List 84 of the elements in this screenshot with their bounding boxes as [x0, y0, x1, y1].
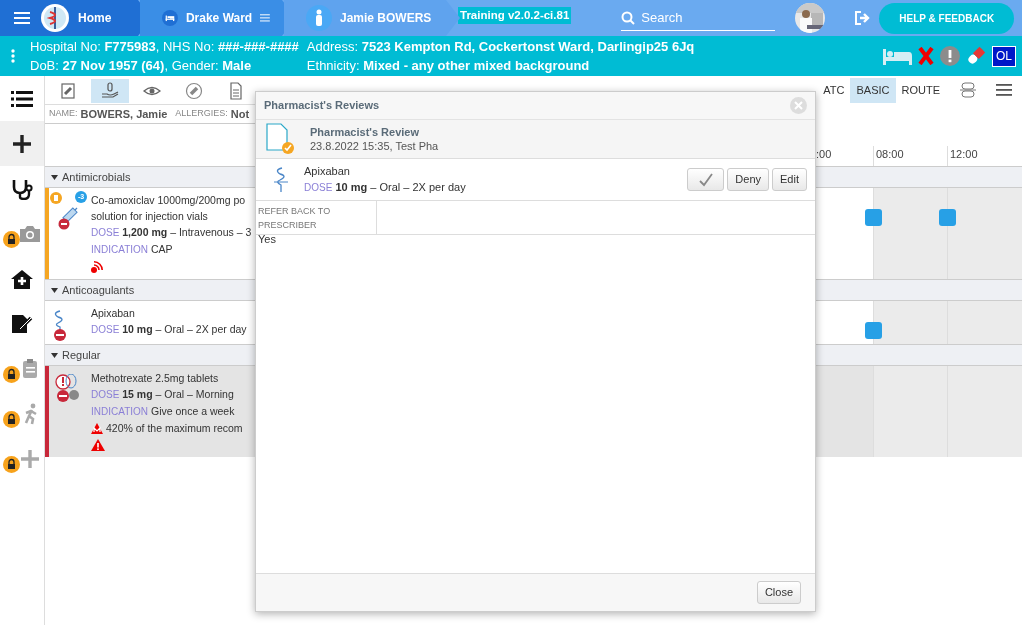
medication-name: solution for injection vials: [91, 209, 209, 224]
menu-icon[interactable]: [14, 11, 32, 25]
pill-icon[interactable]: [966, 46, 986, 66]
time-label: 12:00: [950, 148, 978, 160]
dose-marker[interactable]: [939, 209, 956, 226]
medication-name: Apixaban: [304, 164, 351, 179]
toolbar-tab[interactable]: [91, 79, 129, 103]
dose-label: DOSE: [91, 389, 120, 400]
field-value: Yes: [258, 232, 277, 246]
review-meta: 23.8.2022 15:35, Test Pha: [310, 139, 439, 153]
dose-marker[interactable]: [865, 322, 882, 339]
view-tab[interactable]: ATC: [817, 78, 851, 103]
camera-icon[interactable]: [19, 224, 41, 243]
allergies-value: Not: [230, 106, 250, 122]
status-badge[interactable]: OL: [992, 45, 1016, 67]
alert-icon[interactable]: [940, 46, 960, 66]
search-field[interactable]: Search: [639, 6, 760, 29]
more-icon[interactable]: [11, 49, 15, 63]
indication-label: INDICATION: [91, 244, 149, 255]
search-icon: [621, 10, 636, 25]
dose-text: 1,200 mg – Intravenous – 3: [122, 226, 252, 238]
close-button[interactable]: Close: [756, 581, 801, 604]
action-button[interactable]: Edit: [772, 168, 807, 191]
dialog-title: Pharmacist's Reviews: [264, 98, 380, 114]
approve-button[interactable]: [687, 168, 725, 191]
pills-icon: [53, 374, 80, 404]
medication-name: Apixaban: [91, 306, 136, 321]
time-label: :00: [816, 148, 832, 160]
bulb-icon: [50, 192, 62, 204]
caret-icon[interactable]: [51, 352, 58, 358]
link-icon[interactable]: [960, 82, 976, 99]
field-label: NAME:: [49, 107, 78, 121]
indication-text: Give once a week: [150, 405, 235, 417]
group-title: Anticoagulants: [62, 282, 135, 298]
medication-name: Methotrexate 2.5mg tablets: [91, 371, 220, 386]
menu-icon[interactable]: [996, 84, 1012, 97]
bed-icon[interactable]: [883, 47, 912, 65]
medicine-icon: [53, 309, 67, 341]
edit-icon[interactable]: [11, 313, 33, 334]
logo-icon: [40, 3, 70, 33]
dose-text: 10 mg – Oral – 2X per day: [122, 323, 247, 335]
house-icon[interactable]: [11, 268, 33, 289]
dose-marker[interactable]: [865, 209, 882, 226]
person-icon: [306, 5, 332, 31]
action-button[interactable]: Deny: [727, 168, 770, 191]
patient-info: DoB: 27 Nov 1957 (64), Gender: Male: [30, 57, 253, 75]
dose-label: DOSE: [91, 227, 120, 238]
patient-info: Ethnicity: Mixed - any other mixed background: [306, 57, 591, 75]
view-tab[interactable]: ROUTE: [895, 78, 946, 103]
patient-name: BOWERS, Jamie: [80, 106, 168, 122]
dose-text: 15 mg – Oral – Morning: [122, 388, 234, 400]
document-check-icon: [266, 123, 294, 155]
stethoscope-icon[interactable]: [11, 177, 33, 200]
medication-name: Co-amoxiclav 1000mg/200mg po: [91, 193, 247, 208]
review-title: Pharmacist's Review: [310, 125, 420, 139]
hand-pill-icon: [101, 82, 119, 100]
caret-icon[interactable]: [51, 287, 58, 293]
signal-icon: [91, 261, 105, 273]
dose-label: DOSE: [91, 324, 120, 335]
group-title: Regular: [62, 347, 101, 363]
view-tab[interactable]: BASIC: [850, 78, 896, 103]
patient-info: Hospital No: F775983, NHS No: ###-###-####: [30, 38, 299, 56]
environment-badge: Training v2.0.2-ci.81: [458, 7, 572, 25]
warning-text: 420% of the maximum recom: [106, 421, 243, 436]
caret-icon[interactable]: [51, 174, 58, 180]
group-title: Antimicrobials: [62, 169, 131, 185]
cross-icon[interactable]: [918, 47, 934, 65]
indication-text: CAP: [150, 243, 173, 255]
document-icon: [227, 82, 245, 100]
plus-icon[interactable]: [12, 133, 32, 154]
list-icon[interactable]: [11, 89, 33, 108]
field-label: REFER BACK TO PRESCRIBER: [258, 205, 332, 232]
warning-icon: [91, 422, 103, 434]
time-label: 08:00: [876, 148, 904, 160]
medicine-icon: [272, 166, 290, 193]
indication-label: INDICATION: [91, 406, 149, 417]
warning-icon: [91, 439, 105, 451]
dose-text: 10 mg – Oral – 2X per day: [335, 181, 466, 193]
field-label: ALLERGIES:: [175, 107, 228, 121]
patient-info: Address: 7523 Kempton Rd, Cockertonst Ward, Darlingip25 6Jq: [306, 38, 695, 56]
notebook-icon: [59, 82, 77, 100]
check-icon: [697, 173, 714, 188]
dose-label: DOSE: [304, 182, 333, 193]
pill-icon: [185, 82, 203, 100]
